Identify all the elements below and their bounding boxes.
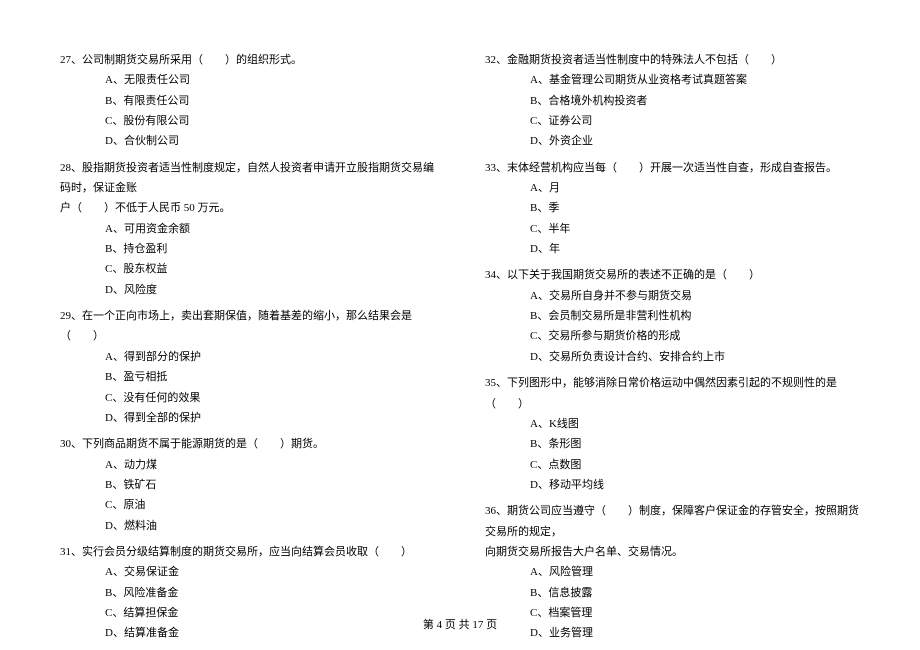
question-stem: 27、公司制期货交易所采用（ ）的组织形式。 (60, 50, 435, 70)
stem-text: 股指期货投资者适当性制度规定，自然人投资者申请开立股指期货交易编码时，保证金账 (60, 162, 434, 194)
option-c: C、没有任何的效果 (105, 388, 435, 408)
question-30: 30、下列商品期货不属于能源期货的是（ ）期货。 A、动力煤 B、铁矿石 C、原… (60, 434, 435, 536)
question-34: 34、以下关于我国期货交易所的表述不正确的是（ ） A、交易所自身并不参与期货交… (485, 265, 860, 367)
option-b: B、合格境外机构投资者 (530, 91, 860, 111)
option-c: C、证券公司 (530, 111, 860, 131)
question-stem: 28、股指期货投资者适当性制度规定，自然人投资者申请开立股指期货交易编码时，保证… (60, 158, 435, 199)
question-stem: 30、下列商品期货不属于能源期货的是（ ）期货。 (60, 434, 435, 454)
option-a: A、基金管理公司期货从业资格考试真题答案 (530, 70, 860, 90)
question-stem: 33、末体经营机构应当每（ ）开展一次适当性自查，形成自查报告。 (485, 158, 860, 178)
left-column: 27、公司制期货交易所采用（ ）的组织形式。 A、无限责任公司 B、有限责任公司… (60, 50, 435, 650)
option-d: D、合伙制公司 (105, 131, 435, 151)
option-a: A、K线图 (530, 414, 860, 434)
stem-text: 期货公司应当遵守（ ）制度，保障客户保证金的存管安全，按照期货交易所的规定， (485, 505, 859, 537)
options-list: A、基金管理公司期货从业资格考试真题答案 B、合格境外机构投资者 C、证券公司 … (485, 70, 860, 151)
option-b: B、季 (530, 198, 860, 218)
option-d: D、交易所负责设计合约、安排合约上市 (530, 347, 860, 367)
option-b: B、持仓盈利 (105, 239, 435, 259)
option-d: D、得到全部的保护 (105, 408, 435, 428)
two-column-layout: 27、公司制期货交易所采用（ ）的组织形式。 A、无限责任公司 B、有限责任公司… (60, 50, 860, 650)
question-stem: 36、期货公司应当遵守（ ）制度，保障客户保证金的存管安全，按照期货交易所的规定… (485, 501, 860, 542)
option-a: A、交易所自身并不参与期货交易 (530, 286, 860, 306)
question-stem: 34、以下关于我国期货交易所的表述不正确的是（ ） (485, 265, 860, 285)
options-list: A、月 B、季 C、半年 D、年 (485, 178, 860, 259)
option-a: A、可用资金余额 (105, 219, 435, 239)
option-d: D、外资企业 (530, 131, 860, 151)
stem-continuation: 户（ ）不低于人民币 50 万元。 (60, 198, 435, 218)
option-a: A、风险管理 (530, 562, 860, 582)
options-list: A、可用资金余额 B、持仓盈利 C、股东权益 D、风险度 (60, 219, 435, 300)
question-stem: 32、金融期货投资者适当性制度中的特殊法人不包括（ ） (485, 50, 860, 70)
page-footer: 第 4 页 共 17 页 (0, 616, 920, 632)
question-27: 27、公司制期货交易所采用（ ）的组织形式。 A、无限责任公司 B、有限责任公司… (60, 50, 435, 152)
option-d: D、燃料油 (105, 516, 435, 536)
options-list: A、得到部分的保护 B、盈亏相抵 C、没有任何的效果 D、得到全部的保护 (60, 347, 435, 428)
option-b: B、信息披露 (530, 583, 860, 603)
stem-text: 下列商品期货不属于能源期货的是（ ）期货。 (82, 438, 324, 450)
option-b: B、会员制交易所是非营利性机构 (530, 306, 860, 326)
option-b: B、有限责任公司 (105, 91, 435, 111)
stem-text: 在一个正向市场上，卖出套期保值，随着基差的缩小，那么结果会是（ ） (60, 310, 412, 342)
option-c: C、半年 (530, 219, 860, 239)
option-d: D、风险度 (105, 280, 435, 300)
option-b: B、风险准备金 (105, 583, 435, 603)
option-c: C、股份有限公司 (105, 111, 435, 131)
stem-text: 末体经营机构应当每（ ）开展一次适当性自查，形成自查报告。 (507, 162, 837, 174)
option-a: A、无限责任公司 (105, 70, 435, 90)
options-list: A、动力煤 B、铁矿石 C、原油 D、燃料油 (60, 455, 435, 536)
question-29: 29、在一个正向市场上，卖出套期保值，随着基差的缩小，那么结果会是（ ） A、得… (60, 306, 435, 428)
option-d: D、移动平均线 (530, 475, 860, 495)
question-28: 28、股指期货投资者适当性制度规定，自然人投资者申请开立股指期货交易编码时，保证… (60, 158, 435, 300)
option-d: D、年 (530, 239, 860, 259)
option-b: B、铁矿石 (105, 475, 435, 495)
stem-text: 公司制期货交易所采用（ ）的组织形式。 (82, 54, 302, 66)
stem-text: 下列图形中，能够消除日常价格运动中偶然因素引起的不规则性的是（ ） (485, 377, 837, 409)
options-list: A、K线图 B、条形图 C、点数图 D、移动平均线 (485, 414, 860, 495)
question-stem: 31、实行会员分级结算制度的期货交易所，应当向结算会员收取（ ） (60, 542, 435, 562)
option-b: B、条形图 (530, 434, 860, 454)
option-a: A、得到部分的保护 (105, 347, 435, 367)
option-a: A、交易保证金 (105, 562, 435, 582)
options-list: A、交易所自身并不参与期货交易 B、会员制交易所是非营利性机构 C、交易所参与期… (485, 286, 860, 367)
question-32: 32、金融期货投资者适当性制度中的特殊法人不包括（ ） A、基金管理公司期货从业… (485, 50, 860, 152)
option-c: C、点数图 (530, 455, 860, 475)
question-stem: 29、在一个正向市场上，卖出套期保值，随着基差的缩小，那么结果会是（ ） (60, 306, 435, 347)
option-c: C、原油 (105, 495, 435, 515)
option-a: A、动力煤 (105, 455, 435, 475)
option-c: C、股东权益 (105, 259, 435, 279)
options-list: A、无限责任公司 B、有限责任公司 C、股份有限公司 D、合伙制公司 (60, 70, 435, 151)
right-column: 32、金融期货投资者适当性制度中的特殊法人不包括（ ） A、基金管理公司期货从业… (485, 50, 860, 650)
stem-text: 以下关于我国期货交易所的表述不正确的是（ ） (507, 269, 760, 281)
stem-continuation: 向期货交易所报告大户名单、交易情况。 (485, 542, 860, 562)
question-35: 35、下列图形中，能够消除日常价格运动中偶然因素引起的不规则性的是（ ） A、K… (485, 373, 860, 495)
option-b: B、盈亏相抵 (105, 367, 435, 387)
option-c: C、交易所参与期货价格的形成 (530, 326, 860, 346)
option-a: A、月 (530, 178, 860, 198)
question-stem: 35、下列图形中，能够消除日常价格运动中偶然因素引起的不规则性的是（ ） (485, 373, 860, 414)
question-33: 33、末体经营机构应当每（ ）开展一次适当性自查，形成自查报告。 A、月 B、季… (485, 158, 860, 260)
stem-text: 金融期货投资者适当性制度中的特殊法人不包括（ ） (507, 54, 782, 66)
stem-text: 实行会员分级结算制度的期货交易所，应当向结算会员收取（ ） (82, 546, 412, 558)
